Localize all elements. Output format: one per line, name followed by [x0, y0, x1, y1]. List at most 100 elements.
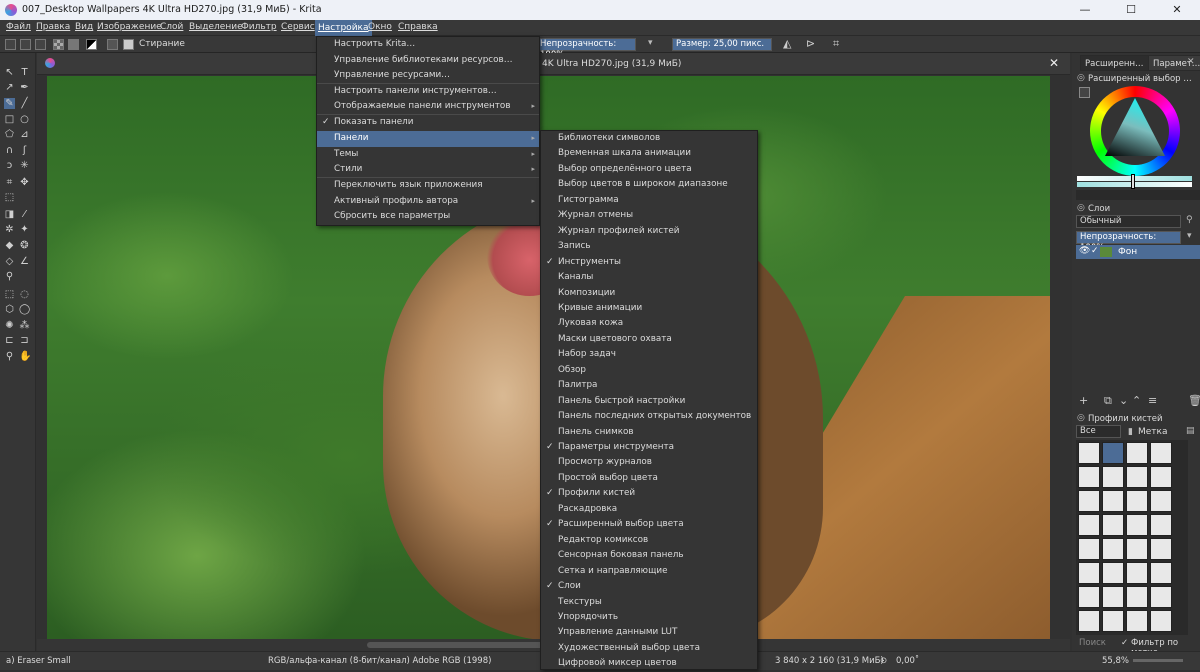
ellipse-select-icon[interactable]: ◌	[19, 289, 30, 300]
brush-preset[interactable]	[1078, 514, 1100, 536]
brush-preset[interactable]	[1126, 586, 1148, 608]
fill-tool-icon[interactable]: ◆	[4, 240, 15, 251]
tag-label[interactable]: Метка	[1138, 427, 1168, 437]
zoom-tool-icon[interactable]: ⚲	[4, 351, 15, 362]
freehand-brush-icon[interactable]: ✎	[4, 98, 15, 109]
contiguous-select-icon[interactable]: ✺	[4, 320, 15, 331]
move-layer-up-icon[interactable]: ⌃	[1132, 394, 1141, 407]
menu-window[interactable]: Окно	[368, 22, 392, 32]
docker-menu-item[interactable]: Текстуры	[541, 595, 757, 611]
docker-menu-item[interactable]: Журнал профилей кистей	[541, 224, 757, 240]
settings-menu-item[interactable]: Сбросить все параметры	[317, 209, 539, 225]
brush-preset-grid[interactable]	[1076, 440, 1188, 635]
status-rotation[interactable]: 0,00˚	[896, 656, 919, 666]
brush-preset[interactable]	[1126, 562, 1148, 584]
zoom-slider[interactable]	[1133, 659, 1183, 662]
brush-preset-selected[interactable]	[1102, 442, 1124, 464]
assistant-tool-icon[interactable]: ◇	[4, 256, 15, 267]
docker-menu-item[interactable]: Палитра	[541, 378, 757, 394]
brush-preset[interactable]	[1150, 586, 1172, 608]
document-title[interactable]: 4K Ultra HD270.jpg (31,9 МиБ)	[542, 59, 681, 69]
docker-menu-item[interactable]: Обзор	[541, 363, 757, 379]
status-zoom[interactable]: 55,8%	[1102, 656, 1129, 666]
brush-preset[interactable]	[1150, 490, 1172, 512]
brush-preset[interactable]	[1126, 442, 1148, 464]
docker-menu-item[interactable]: Журнал отмены	[541, 208, 757, 224]
brush-preset[interactable]	[1126, 490, 1148, 512]
edit-shapes-icon[interactable]: ↗	[4, 82, 15, 93]
dock-lock-icon[interactable]: ◎	[1077, 73, 1085, 83]
docker-menu-item[interactable]: Каналы	[541, 270, 757, 286]
brush-preset[interactable]	[1078, 610, 1100, 632]
menu-image[interactable]: Изображение	[97, 22, 162, 32]
docker-menu-item[interactable]: Сетка и направляющие	[541, 564, 757, 580]
delete-layer-icon[interactable]: 🗑	[1188, 394, 1200, 407]
docker-menu-item[interactable]: Сенсорная боковая панель	[541, 548, 757, 564]
brush-preset[interactable]	[1126, 466, 1148, 488]
calligraphy-icon[interactable]: ✒	[19, 82, 30, 93]
docker-menu-item[interactable]: Художественный выбор цвета	[541, 641, 757, 657]
brush-preset[interactable]	[1078, 562, 1100, 584]
mirror-horizontal-icon[interactable]: ◭	[783, 37, 791, 50]
docker-menu-item[interactable]: Упорядочить	[541, 610, 757, 626]
brush-preset[interactable]	[1102, 466, 1124, 488]
ellipse-tool-icon[interactable]: ○	[19, 114, 30, 125]
brush-preset[interactable]	[1078, 442, 1100, 464]
new-document-icon[interactable]	[5, 39, 16, 50]
save-document-icon[interactable]	[35, 39, 46, 50]
docker-menu-item[interactable]: Временная шкала анимации	[541, 146, 757, 162]
brush-preset[interactable]	[1150, 610, 1172, 632]
maximize-button[interactable]: ☐	[1108, 0, 1154, 20]
docker-menu-item[interactable]: Набор задач	[541, 347, 757, 363]
brushes-lock-icon[interactable]: ◎	[1077, 413, 1085, 423]
docker-menu-item[interactable]: Инструменты ✓	[541, 255, 757, 271]
opacity-slider[interactable]: Непрозрачность: 100%	[536, 38, 636, 60]
layer-opacity-arrow-icon[interactable]: ▾	[1187, 231, 1192, 241]
layer-blend-select[interactable]: Обычный	[1076, 215, 1181, 228]
polyline-tool-icon[interactable]: ⊿	[19, 129, 30, 140]
brush-preset[interactable]	[1078, 538, 1100, 560]
brush-preset[interactable]	[1102, 610, 1124, 632]
opacity-arrow-icon[interactable]: ▾	[648, 38, 653, 48]
docker-menu-item[interactable]: Расширенный выбор цвета ✓	[541, 517, 757, 533]
docker-menu-item[interactable]: Маски цветового охвата	[541, 332, 757, 348]
layer-properties-icon[interactable]: ≡	[1148, 394, 1157, 407]
color-wheel[interactable]	[1090, 86, 1180, 176]
menu-help[interactable]: Справка	[398, 22, 438, 32]
rectangle-tool-icon[interactable]: □	[4, 114, 15, 125]
brush-preset[interactable]	[1078, 586, 1100, 608]
brush-preset[interactable]	[1126, 538, 1148, 560]
dynamic-brush-icon[interactable]: ɔ	[4, 160, 15, 171]
add-layer-icon[interactable]: +	[1079, 394, 1088, 407]
brush-preset[interactable]	[1150, 538, 1172, 560]
docker-menu-item[interactable]: Выбор цветов в широком диапазоне	[541, 177, 757, 193]
docker-menu-item[interactable]: Луковая кожа	[541, 316, 757, 332]
status-colorspace[interactable]: RGB/альфа-канал (8-бит/канал) Adobe RGB …	[268, 656, 491, 666]
brush-search-input[interactable]: Поиск	[1079, 638, 1106, 648]
reference-images-icon[interactable]: ⚲	[4, 271, 15, 282]
wrap-around-icon[interactable]: ⌗	[833, 37, 839, 51]
close-document-icon[interactable]: ✕	[1049, 56, 1059, 70]
menu-layer[interactable]: Слой	[160, 22, 183, 32]
brush-preset[interactable]	[1150, 442, 1172, 464]
brush-settings-icon[interactable]	[107, 39, 118, 50]
magnetic-select-icon[interactable]: ⊐	[19, 335, 30, 346]
settings-menu-item[interactable]: Стили ▸	[317, 162, 539, 178]
close-window-button[interactable]: ✕	[1154, 0, 1200, 20]
brush-preset[interactable]	[1150, 514, 1172, 536]
fg-bg-color-icon[interactable]	[86, 39, 97, 50]
freehand-select-icon[interactable]: ◯	[19, 304, 30, 315]
gradient-tool-icon[interactable]: ◨	[4, 209, 15, 220]
polygon-select-icon[interactable]: ⬡	[4, 304, 15, 315]
duplicate-layer-icon[interactable]: ⧉	[1104, 394, 1112, 408]
move-layer-down-icon[interactable]: ⌄	[1119, 394, 1128, 407]
rect-select-icon[interactable]: ⬚	[4, 289, 15, 300]
color-settings-icon[interactable]	[1079, 87, 1090, 98]
enclose-fill-icon[interactable]: ❂	[19, 240, 30, 251]
menu-file[interactable]: Файл	[6, 22, 31, 32]
menu-view[interactable]: Вид	[75, 22, 93, 32]
menu-tools[interactable]: Сервис	[281, 22, 315, 32]
settings-menu-item[interactable]: Настроить панели инструментов…	[317, 84, 539, 100]
docker-menu-item[interactable]: Цифровой миксер цветов	[541, 656, 757, 672]
brush-preset[interactable]	[1102, 514, 1124, 536]
